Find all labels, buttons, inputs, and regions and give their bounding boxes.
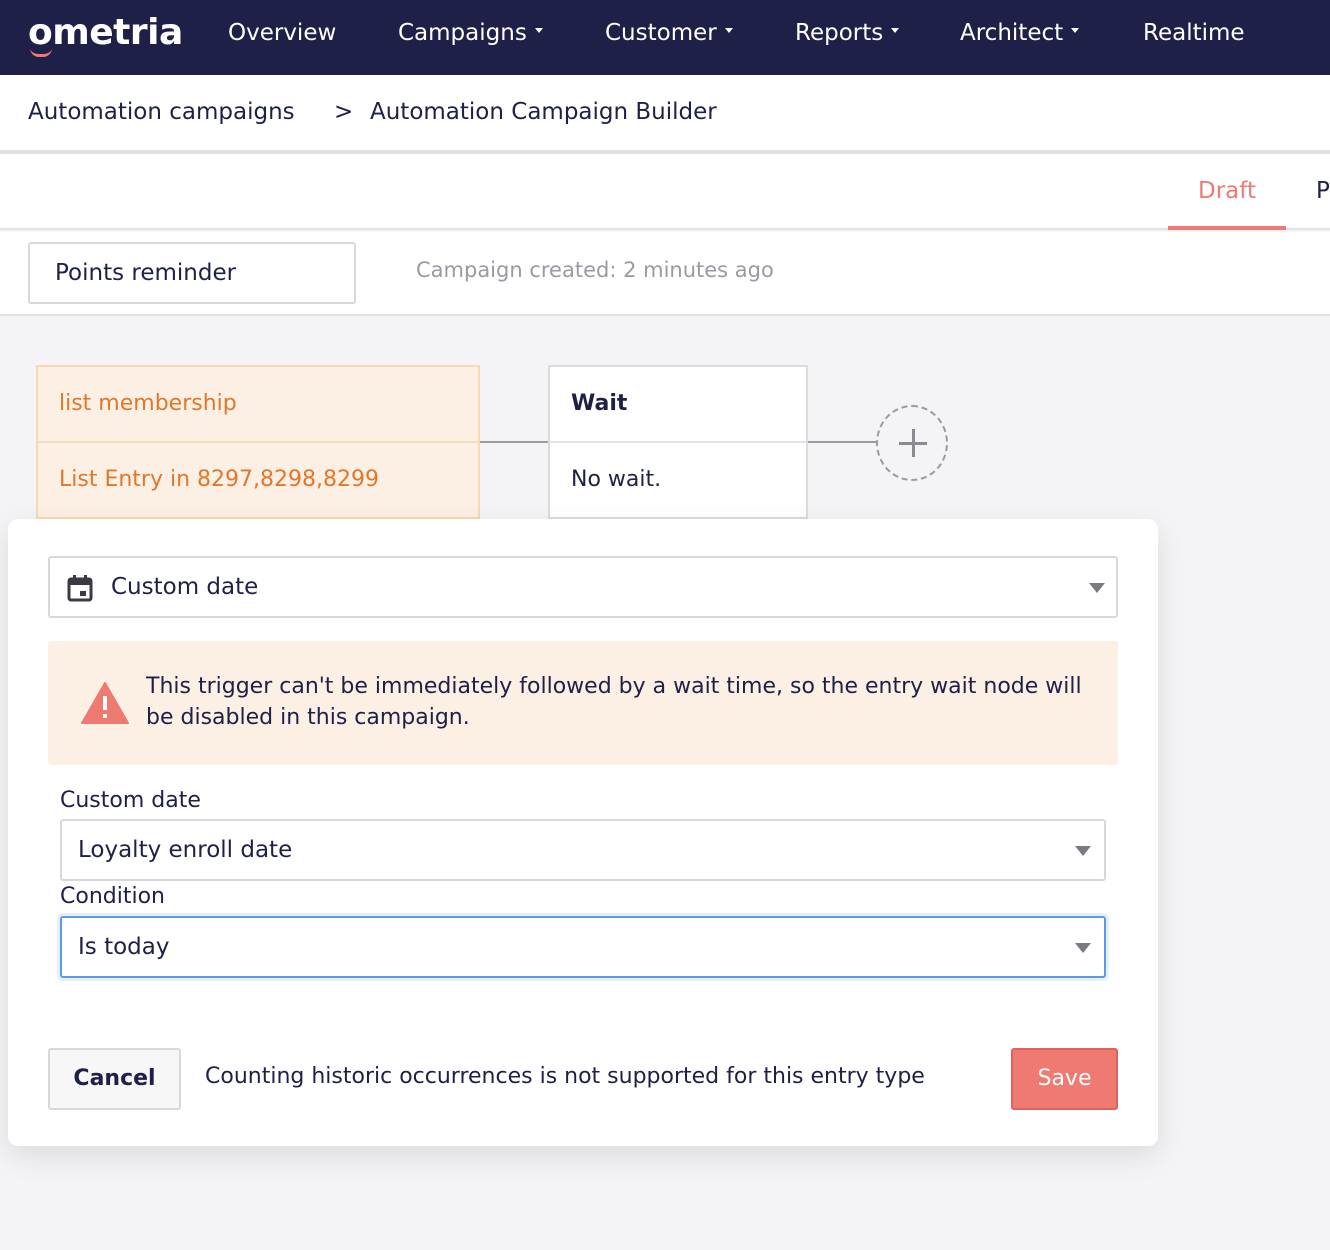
- warning-triangle-icon: [81, 682, 129, 724]
- trigger-node-detail: List Entry in 8297,8298,8299: [59, 467, 379, 492]
- ometria-logo[interactable]: ometria: [28, 12, 183, 53]
- connector-line: [480, 441, 548, 443]
- custom-date-label: Custom date: [60, 788, 201, 813]
- trigger-node[interactable]: list membership List Entry in 8297,8298,…: [36, 365, 480, 519]
- cancel-button[interactable]: Cancel: [48, 1048, 181, 1110]
- campaign-created-text: Campaign created: 2 minutes ago: [416, 258, 774, 282]
- condition-label: Condition: [60, 884, 165, 909]
- top-navigation: ometria Overview Campaigns Customer Repo…: [0, 0, 1330, 75]
- wait-node-title: Wait: [550, 367, 806, 443]
- condition-value: Is today: [78, 934, 170, 960]
- warning-banner: This trigger can't be immediately follow…: [48, 641, 1118, 765]
- nav-item-label: Architect: [960, 20, 1064, 46]
- nav-item-customer[interactable]: Customer: [605, 20, 733, 46]
- tab-draft[interactable]: Draft: [1168, 154, 1286, 230]
- nav-item-reports[interactable]: Reports: [795, 20, 900, 46]
- custom-date-value: Loyalty enroll date: [78, 837, 293, 863]
- campaign-name-bar: Points reminder Campaign created: 2 minu…: [0, 232, 1330, 316]
- breadcrumb-campaign-builder: Automation Campaign Builder: [370, 99, 717, 125]
- chevron-down-icon: [1089, 583, 1105, 593]
- nav-item-architect[interactable]: Architect: [960, 20, 1080, 46]
- save-button[interactable]: Save: [1011, 1048, 1118, 1110]
- chevron-down-icon: [1075, 846, 1091, 856]
- nav-item-overview[interactable]: Overview: [228, 20, 336, 46]
- status-tabs: Draft P: [0, 154, 1330, 230]
- nav-item-label: Customer: [605, 20, 717, 46]
- caret-down-icon: [891, 28, 900, 33]
- nav-item-campaigns[interactable]: Campaigns: [398, 20, 543, 46]
- historic-occurrences-note: Counting historic occurrences is not sup…: [205, 1064, 925, 1089]
- caret-down-icon: [534, 28, 543, 33]
- wait-node-detail: No wait.: [571, 467, 662, 492]
- connector-line: [808, 441, 876, 443]
- trigger-config-panel: Custom date This trigger can't be immedi…: [8, 519, 1158, 1146]
- plus-icon[interactable]: [876, 405, 948, 481]
- trigger-type-value: Custom date: [111, 574, 259, 600]
- condition-select[interactable]: Is today: [60, 916, 1106, 978]
- calendar-icon: [67, 575, 93, 602]
- breadcrumb-automation-campaigns[interactable]: Automation campaigns: [28, 99, 295, 125]
- custom-date-select[interactable]: Loyalty enroll date: [60, 819, 1106, 881]
- campaign-name-input[interactable]: Points reminder: [28, 242, 356, 304]
- nav-item-label: Overview: [228, 20, 337, 46]
- nav-item-label: Campaigns: [398, 20, 527, 46]
- wait-node[interactable]: Wait No wait.: [548, 365, 808, 519]
- trigger-type-select[interactable]: Custom date: [48, 556, 1118, 618]
- breadcrumb-separator: >: [334, 99, 354, 125]
- nav-item-label: Reports: [795, 20, 884, 46]
- tab-next-partial[interactable]: P: [1316, 154, 1330, 228]
- chevron-down-icon: [1075, 943, 1091, 953]
- caret-down-icon: [724, 28, 733, 33]
- warning-text: This trigger can't be immediately follow…: [146, 674, 1082, 730]
- caret-down-icon: [1071, 28, 1080, 33]
- nav-item-realtime[interactable]: Realtime: [1143, 20, 1245, 46]
- trigger-node-title: list membership: [38, 367, 478, 443]
- nav-item-label: Realtime: [1143, 20, 1245, 46]
- logo-smile-mark: [30, 48, 52, 57]
- breadcrumb: Automation campaigns > Automation Campai…: [0, 75, 1330, 150]
